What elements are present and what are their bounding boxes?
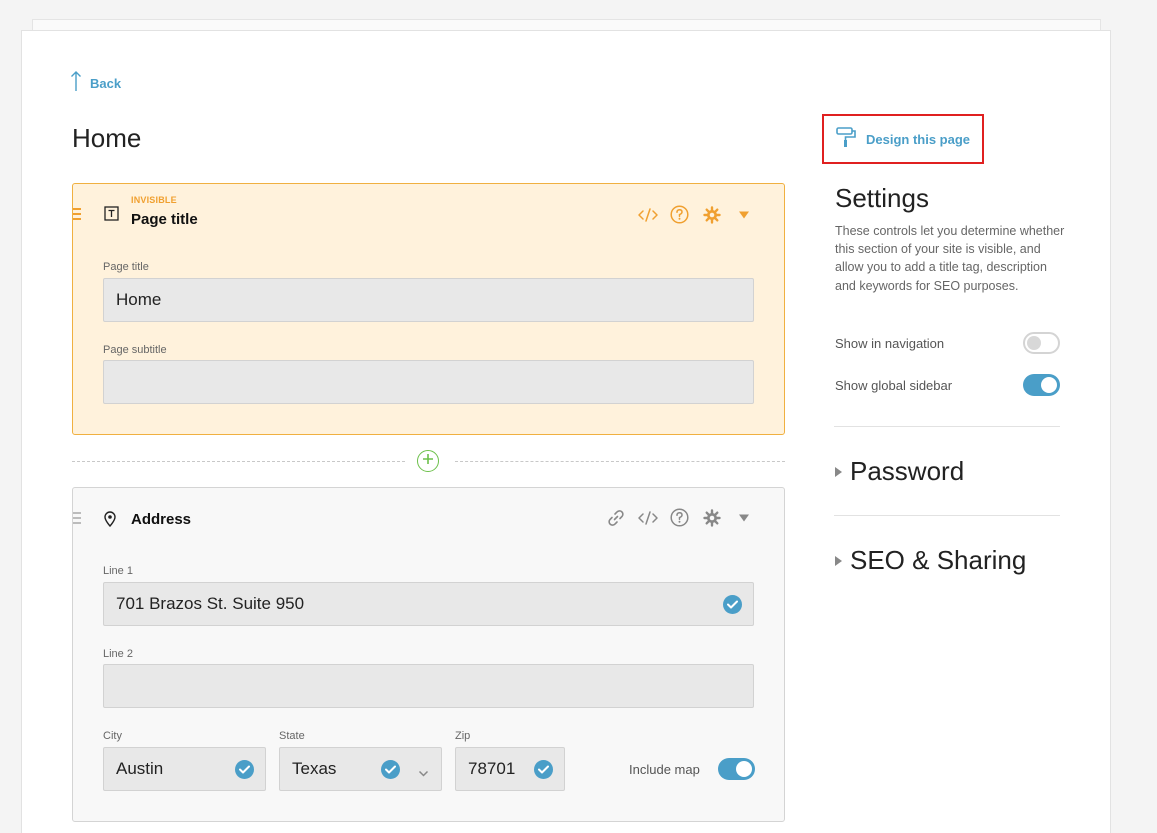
arrow-up-icon [70, 70, 82, 92]
zip-label: Zip [455, 730, 471, 742]
city-field[interactable]: Austin [103, 747, 266, 791]
password-label: Password [850, 456, 965, 486]
back-label: Back [90, 76, 122, 91]
code-icon[interactable] [637, 507, 658, 528]
state-value: Texas [292, 759, 337, 778]
paint-roller-icon [836, 126, 858, 153]
help-icon[interactable] [669, 204, 690, 225]
line1-field[interactable]: 701 Brazos St. Suite 950 [103, 582, 754, 626]
section-title: Page title [131, 211, 198, 228]
section-toolbar [637, 204, 754, 225]
include-map-label: Include map [629, 762, 700, 777]
add-section-row [72, 450, 785, 472]
design-page-label: Design this page [866, 131, 971, 147]
line2-label: Line 2 [103, 648, 133, 660]
zip-value: 78701 [468, 759, 516, 778]
state-select[interactable]: Texas [279, 747, 442, 791]
help-icon[interactable] [669, 507, 690, 528]
zip-field[interactable]: 78701 [455, 747, 565, 791]
caret-down-icon[interactable] [733, 507, 754, 528]
divider [834, 515, 1060, 516]
link-icon[interactable] [605, 507, 626, 528]
settings-description: These controls let you determine whether… [835, 224, 1065, 293]
caret-down-icon[interactable] [733, 204, 754, 225]
plus-circle-icon [422, 452, 434, 470]
drag-handle-icon[interactable] [73, 208, 81, 220]
state-label: State [279, 730, 305, 742]
line2-field[interactable] [103, 664, 754, 708]
page-title: Home [72, 123, 142, 153]
address-section: Address Line 1 701 Brazos St. Suite 950 … [72, 487, 785, 822]
city-label: City [103, 730, 122, 742]
page-subtitle-field[interactable] [103, 360, 754, 404]
page-subtitle-label: Page subtitle [103, 344, 167, 356]
section-title: Address [131, 511, 192, 528]
check-circle-icon [723, 595, 742, 614]
design-page-button[interactable]: Design this page [822, 114, 984, 164]
section-toolbar [605, 507, 754, 528]
settings-heading: Settings [835, 183, 929, 213]
include-map-toggle[interactable] [718, 758, 755, 780]
show-navigation-label: Show in navigation [835, 336, 945, 351]
invisible-badge: INVISIBLE [131, 195, 177, 205]
page-title-field[interactable]: Home [103, 278, 754, 322]
add-section-button[interactable] [417, 450, 439, 472]
map-pin-icon [104, 511, 116, 532]
back-link[interactable]: Back [70, 70, 121, 92]
city-value: Austin [116, 759, 164, 778]
divider [834, 426, 1060, 427]
gear-icon[interactable] [701, 507, 722, 528]
show-navigation-toggle[interactable] [1023, 332, 1060, 354]
triangle-right-icon [835, 555, 842, 566]
show-sidebar-label: Show global sidebar [835, 378, 953, 393]
page-title-label: Page title [103, 261, 149, 273]
dashed-divider [455, 461, 785, 462]
password-accordion[interactable]: Password [835, 456, 964, 487]
line1-value: 701 Brazos St. Suite 950 [116, 594, 305, 613]
check-circle-icon [381, 760, 400, 779]
check-circle-icon [534, 760, 553, 779]
seo-accordion[interactable]: SEO & Sharing [835, 545, 1026, 576]
chevron-down-icon [418, 763, 429, 783]
page-title-section: INVISIBLE Page title Page title Home Pag… [72, 183, 785, 435]
show-sidebar-toggle[interactable] [1023, 374, 1060, 396]
text-box-icon [104, 206, 119, 226]
seo-label: SEO & Sharing [850, 545, 1027, 575]
code-icon[interactable] [637, 204, 658, 225]
check-circle-icon [235, 760, 254, 779]
drag-handle-icon[interactable] [73, 512, 81, 524]
line1-label: Line 1 [103, 565, 133, 577]
gear-icon[interactable] [701, 204, 722, 225]
triangle-right-icon [835, 466, 842, 477]
dashed-divider [72, 461, 405, 462]
